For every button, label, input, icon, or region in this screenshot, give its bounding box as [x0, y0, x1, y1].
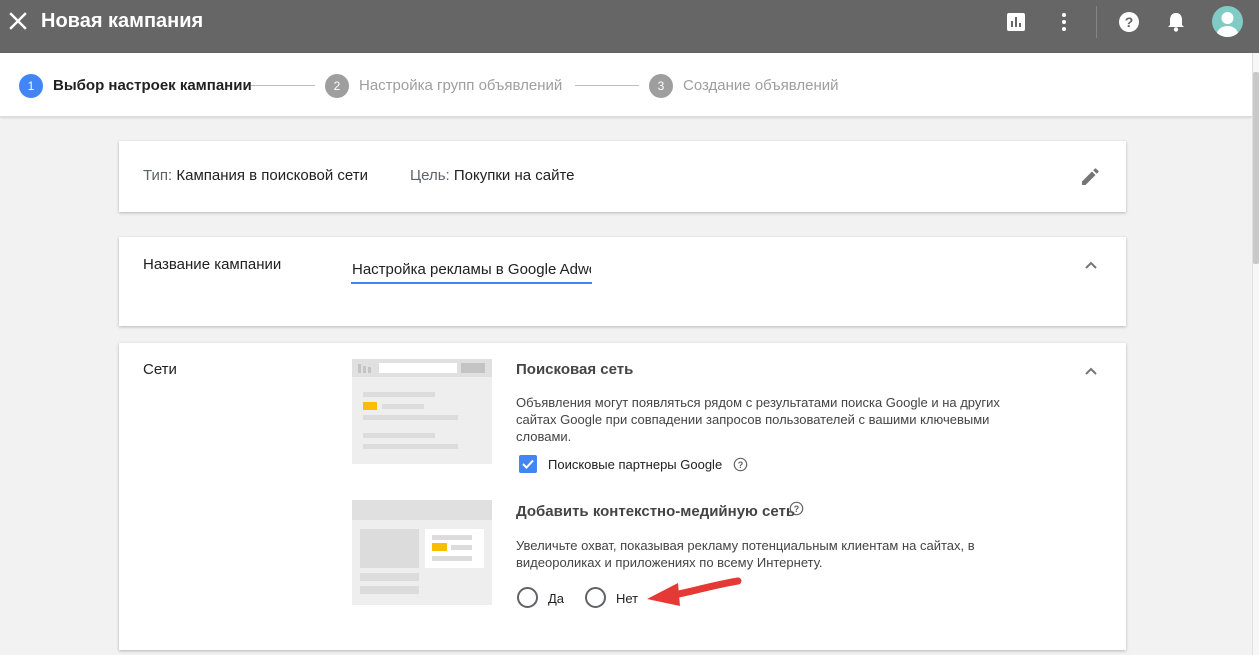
display-network-yes-label[interactable]: Да [548, 591, 564, 606]
step-1-label[interactable]: Выбор настроек кампании [53, 77, 252, 94]
search-network-title: Поисковая сеть [516, 361, 634, 378]
step-3-number: 3 [649, 74, 673, 98]
type-prefix: Тип: [143, 167, 173, 184]
reports-icon[interactable] [1004, 10, 1028, 34]
campaign-name-card: Название кампании [119, 237, 1126, 326]
display-network-description: Увеличьте охват, показывая рекламу потен… [516, 538, 975, 570]
close-icon[interactable] [8, 11, 28, 31]
account-avatar[interactable] [1212, 6, 1243, 37]
svg-text:?: ? [794, 504, 800, 514]
toolbar-divider [1096, 6, 1097, 38]
help-icon[interactable]: ? [1117, 10, 1141, 34]
svg-text:?: ? [1125, 14, 1134, 30]
more-vert-icon[interactable] [1052, 10, 1076, 34]
step-connector [251, 85, 315, 86]
step-2-number: 2 [325, 74, 349, 98]
search-partners-label[interactable]: Поисковые партнеры Google [548, 457, 722, 472]
campaign-name-input[interactable] [351, 256, 592, 284]
app-bar: Новая кампания ? [0, 0, 1259, 53]
campaign-type: Тип: Кампания в поисковой сети [143, 167, 368, 184]
help-circle-icon[interactable]: ? [733, 457, 748, 472]
step-1-number: 1 [19, 74, 43, 98]
help-circle-icon[interactable]: ? [789, 501, 804, 516]
display-network-no-label[interactable]: Нет [616, 591, 638, 606]
collapse-chevron-icon[interactable] [1081, 361, 1101, 381]
campaign-summary-card: Тип: Кампания в поисковой сети Цель: Пок… [119, 141, 1126, 212]
search-partners-checkbox[interactable] [519, 455, 537, 473]
display-network-yes-radio[interactable] [517, 587, 538, 608]
notifications-icon[interactable] [1164, 10, 1188, 34]
campaign-name-label: Название кампании [143, 256, 282, 273]
display-network-no-radio[interactable] [585, 587, 606, 608]
page-title: Новая кампания [41, 10, 204, 32]
pencil-icon[interactable] [1079, 166, 1101, 188]
step-3-label[interactable]: Создание объявлений [683, 77, 839, 94]
type-value: Кампания в поисковой сети [176, 167, 369, 184]
step-2-label[interactable]: Настройка групп объявлений [359, 77, 562, 94]
step-connector [575, 85, 639, 86]
goal-prefix: Цель: [410, 167, 450, 184]
collapse-chevron-icon[interactable] [1081, 255, 1101, 275]
goal-value: Покупки на сайте [453, 167, 575, 184]
campaign-stepper: 1 Выбор настроек кампании 2 Настройка гр… [0, 53, 1252, 117]
scrollbar-thumb[interactable] [1253, 72, 1259, 264]
search-network-illustration [352, 359, 492, 464]
networks-card: Сети Поисковая сеть Объявления могут поя… [119, 343, 1126, 650]
display-network-illustration [352, 500, 492, 605]
annotation-arrow [647, 577, 742, 606]
networks-label: Сети [143, 361, 177, 378]
display-network-title: Добавить контекстно-медийную сеть [516, 503, 796, 520]
campaign-goal: Цель: Покупки на сайте [410, 167, 575, 184]
svg-text:?: ? [738, 460, 744, 470]
search-network-description: Объявления могут появляться рядом с резу… [516, 395, 1000, 444]
